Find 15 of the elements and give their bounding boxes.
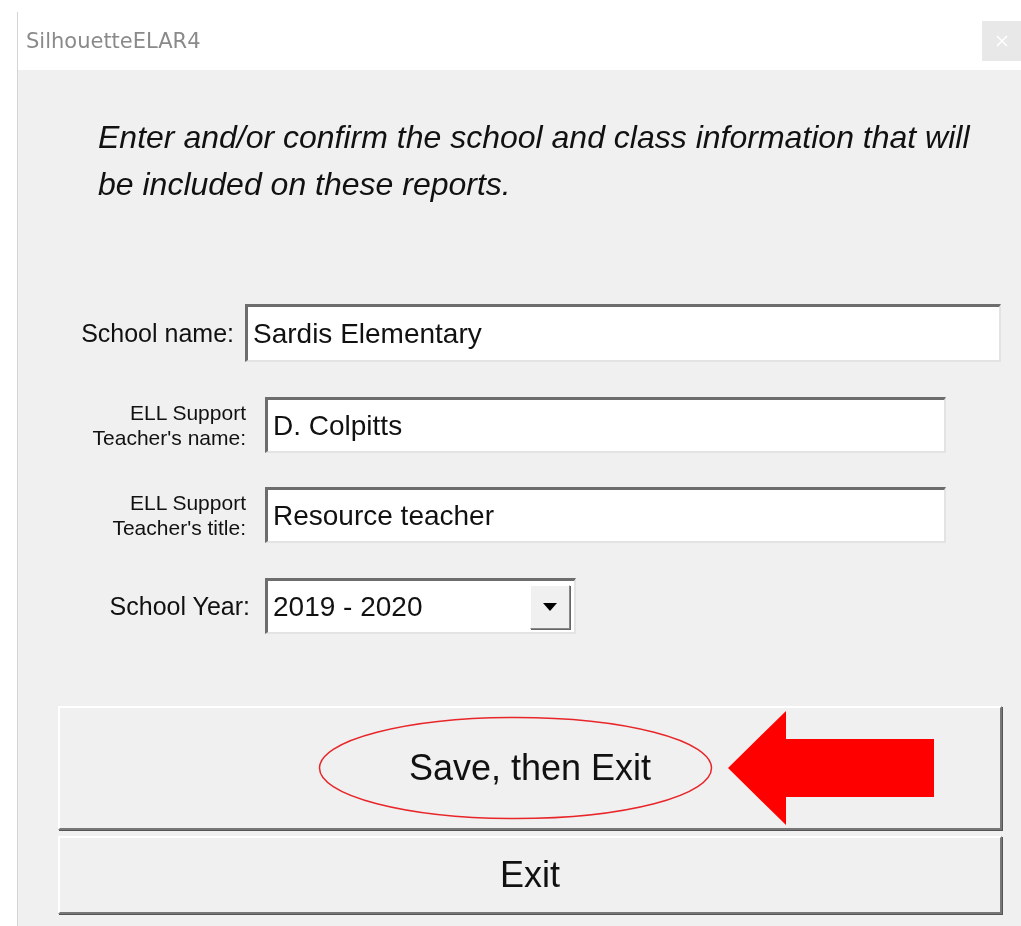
input-field[interactable]: Resource teacher: [265, 487, 946, 543]
input-field[interactable]: Sardis Elementary: [245, 304, 1001, 362]
window-title: SilhouetteELAR4: [26, 29, 201, 53]
caret-icon: [543, 602, 557, 611]
dropdown-button[interactable]: [530, 584, 570, 629]
field-label: ELL Support Teacher's name:: [91, 400, 246, 450]
field-label: School Year:: [108, 591, 250, 621]
dropdown-value: 2019 - 2020: [273, 590, 423, 623]
instruction-text: Enter and/or confirm the school and class information that will be included on these reports.: [98, 118, 972, 204]
save-button[interactable]: Save, then Exit: [58, 706, 1002, 830]
input-field[interactable]: D. Colpitts: [265, 397, 946, 453]
year-dropdown[interactable]: 2019 - 2020: [265, 578, 576, 634]
exit-button[interactable]: Exit: [58, 836, 1002, 914]
field-label: ELL Support Teacher's title:: [111, 490, 246, 540]
field-label: School name:: [80, 318, 234, 348]
